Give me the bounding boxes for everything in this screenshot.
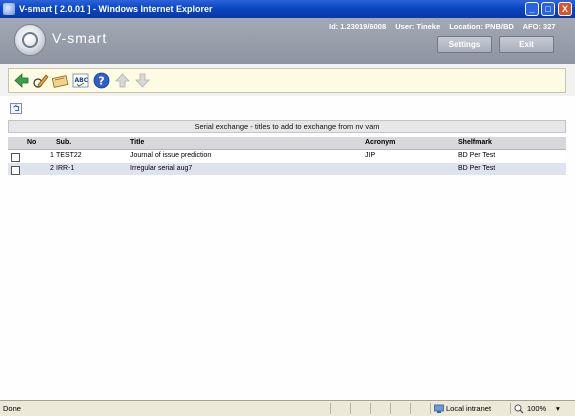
back-arrow-icon[interactable] [13,72,30,89]
session-user: User: Tineke [395,22,441,31]
spellcheck-icon[interactable]: ABC [72,72,89,89]
close-button[interactable]: X [558,2,572,16]
row-title: Irregular serial aug7 [130,165,193,172]
table-row[interactable]: 1 TEST22 Journal of issue prediction JIP… [8,150,566,163]
toolbar: ABC ? [8,68,566,93]
status-text: Done [3,404,21,413]
row-shelfmark: BD Per Test [458,152,496,159]
intranet-zone-icon [434,404,444,413]
zoom-level[interactable]: 100% [527,404,546,413]
window-titlebar: V-smart [ 2.0.01 ] - Windows Internet Ex… [0,0,575,18]
session-location: Location: PNB/BD [449,22,514,31]
card-icon[interactable] [52,72,69,89]
session-afo: AFO: 327 [522,22,556,31]
up-arrow-icon[interactable] [114,72,131,89]
undo-icon[interactable] [10,103,22,114]
row-no: 1 [50,152,54,159]
svg-text:?: ? [98,75,104,88]
row-checkbox[interactable] [11,153,20,162]
results-table: No Sub. Title Acronym Shelfmark 1 TEST22… [8,137,566,175]
window-title: V-smart [ 2.0.01 ] - Windows Internet Ex… [19,4,213,14]
session-id: Id: 1.23019/6008 [329,22,387,31]
column-header-shelfmark[interactable]: Shelfmark [458,139,492,146]
settings-button[interactable]: Settings [437,36,492,53]
table-header-row: No Sub. Title Acronym Shelfmark [8,137,566,150]
help-icon[interactable]: ? [93,72,110,89]
maximize-button[interactable]: □ [541,2,555,16]
status-bar: Done Local intranet 100% ▾ [0,400,575,416]
svg-text:ABC: ABC [75,77,89,84]
table-row[interactable]: 2 IRR-1 Irregular serial aug7 BD Per Tes… [8,163,566,175]
row-sub: IRR-1 [56,165,75,172]
row-checkbox[interactable] [11,166,20,175]
zoom-icon[interactable] [514,404,524,414]
column-header-acronym[interactable]: Acronym [365,139,395,146]
minimize-button[interactable]: _ [525,2,539,16]
row-sub: TEST22 [56,152,82,159]
down-arrow-icon[interactable] [134,72,151,89]
exit-button[interactable]: Exit [499,36,554,53]
ie-app-icon [3,3,15,15]
vsmart-logo-icon [14,24,46,56]
column-header-sub[interactable]: Sub. [56,139,71,146]
logo-text: V-smart [52,30,108,46]
session-info: Id: 1.23019/6008 User: Tineke Location: … [329,22,569,31]
row-no: 2 [50,165,54,172]
app-header: V-smart Id: 1.23019/6008 User: Tineke Lo… [0,18,575,64]
list-caption: Serial exchange - titles to add to excha… [8,120,566,133]
column-header-title[interactable]: Title [130,139,144,146]
row-title: Journal of issue prediction [130,152,212,159]
row-acronym: JIP [365,152,376,159]
column-header-no[interactable]: No [27,139,36,146]
zoom-dropdown-icon[interactable]: ▾ [556,404,560,413]
edit-pencil-icon[interactable] [32,72,49,89]
security-zone: Local intranet [446,404,492,413]
row-shelfmark: BD Per Test [458,165,496,172]
